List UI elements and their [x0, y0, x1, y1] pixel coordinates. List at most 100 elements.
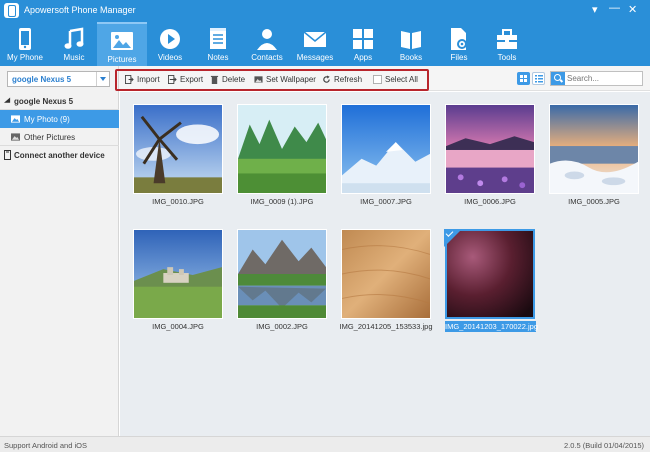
status-left: Support Android and iOS — [4, 441, 87, 450]
phone-icon — [19, 28, 31, 50]
search-icon[interactable] — [551, 72, 565, 85]
book-icon — [401, 31, 421, 49]
photo-item-selected[interactable]: IMG_20141203_170022.jpg — [444, 229, 538, 333]
nav-label: Books — [399, 53, 423, 62]
photo-name: IMG_20141205_153533.jpg — [339, 322, 433, 331]
castle-hill-scene — [134, 230, 222, 318]
toolbar: Import Export Delete Set Wallpaper Refre… — [115, 66, 650, 91]
connect-device-label: Connect another device — [14, 151, 105, 160]
photo-item[interactable]: IMG_0004.JPG — [132, 229, 224, 333]
photo-item[interactable]: IMG_0002.JPG — [236, 229, 328, 333]
main-nav: My Phone Music Pictures Videos Notes Con… — [0, 22, 650, 66]
photo-name: IMG_0009 (1).JPG — [250, 197, 314, 206]
nav-label: Apps — [353, 53, 373, 62]
trash-icon — [210, 75, 219, 84]
set-wallpaper-label: Set Wallpaper — [266, 75, 316, 84]
photo-item[interactable]: IMG_0007.JPG — [340, 104, 432, 208]
file-gear-icon — [451, 28, 467, 50]
nav-apps[interactable]: Apps — [338, 22, 388, 66]
photo-item[interactable]: IMG_0005.JPG — [548, 104, 640, 208]
nav-files[interactable]: Files — [434, 22, 484, 66]
photo-thumbnail — [133, 229, 223, 319]
collapse-triangle-icon — [4, 97, 11, 103]
nav-label: My Phone — [6, 53, 44, 62]
photo-item[interactable]: IMG_0009 (1).JPG — [236, 104, 328, 208]
picture-icon — [111, 32, 133, 50]
select-all-label: Select All — [385, 75, 418, 84]
photo-thumbnail — [341, 104, 431, 194]
delete-label: Delete — [222, 75, 246, 84]
list-view-icon[interactable] — [532, 72, 545, 85]
mountain-lake-scene — [238, 230, 326, 318]
green-hills-scene — [238, 105, 326, 193]
nav-music[interactable]: Music — [49, 22, 99, 66]
nav-my-phone[interactable]: My Phone — [0, 22, 50, 66]
photo-item[interactable]: IMG_0006.JPG — [444, 104, 536, 208]
device-select-value: google Nexus 5 — [12, 75, 72, 84]
sidebar-item-my-photo[interactable]: My Photo (9) — [0, 110, 119, 128]
photo-grid: IMG_0010.JPG IMG_0009 (1).JPG IMG_0007.J… — [120, 92, 650, 436]
nav-label: Messages — [296, 53, 334, 62]
nav-label: Notes — [207, 53, 229, 62]
photo-thumbnail — [237, 104, 327, 194]
windmill-scene — [134, 105, 222, 193]
nav-contacts[interactable]: Contacts — [242, 22, 292, 66]
photo-thumbnail — [133, 104, 223, 194]
photo-name: IMG_0006.JPG — [464, 197, 516, 206]
sidebar-item-label: Other Pictures — [24, 133, 76, 142]
picture-icon — [11, 133, 20, 141]
nav-notes[interactable]: Notes — [193, 22, 243, 66]
photo-name: IMG_0005.JPG — [568, 197, 620, 206]
photo-thumbnail — [341, 229, 431, 319]
photo-thumbnail — [445, 104, 535, 194]
chevron-down-icon[interactable] — [96, 72, 109, 86]
checkbox-icon — [373, 75, 382, 84]
photo-thumbnail — [549, 104, 639, 194]
version-label: 2.0.5 (Build 01/04/2015) — [563, 441, 644, 450]
frozen-shore-scene — [550, 105, 638, 193]
close-icon[interactable]: ✕ — [628, 3, 637, 16]
minimize-icon[interactable]: — — [609, 2, 620, 14]
nav-label: Contacts — [251, 53, 283, 62]
envelope-icon — [303, 31, 327, 47]
photo-name: IMG_0002.JPG — [256, 322, 308, 331]
nav-label: Pictures — [107, 55, 137, 64]
export-label: Export — [180, 75, 204, 84]
status-bar: Support Android and iOS 2.0.5 (Build 01/… — [0, 436, 650, 452]
contact-icon — [257, 29, 277, 50]
sidebar-item-other-pictures[interactable]: Other Pictures — [0, 128, 119, 146]
nav-label: Tools — [497, 53, 517, 62]
list-glyph — [535, 75, 543, 83]
photo-name: IMG_0004.JPG — [152, 322, 204, 331]
nav-videos[interactable]: Videos — [145, 22, 195, 66]
lake-flowers-scene — [446, 105, 534, 193]
search-box — [550, 71, 643, 86]
device-plus-icon — [4, 150, 11, 160]
export-icon — [168, 75, 177, 84]
photo-item[interactable]: IMG_20141205_153533.jpg — [340, 229, 433, 333]
check-icon — [444, 229, 462, 247]
title-bar: Apowersoft Phone Manager ▾ — ✕ — [0, 0, 650, 22]
sidebar-item-label: My Photo (9) — [24, 115, 70, 124]
grid-view-icon[interactable] — [517, 72, 530, 85]
settings-arrow-icon[interactable]: ▾ — [592, 3, 598, 16]
photo-item[interactable]: IMG_0010.JPG — [132, 104, 224, 208]
nav-pictures[interactable]: Pictures — [97, 22, 147, 66]
sidebar-device[interactable]: google Nexus 5 — [0, 92, 119, 110]
photo-thumbnail — [237, 229, 327, 319]
nav-books[interactable]: Books — [386, 22, 436, 66]
connect-device-link[interactable]: Connect another device — [0, 146, 119, 164]
apps-grid-icon — [353, 29, 373, 49]
nav-messages[interactable]: Messages — [290, 22, 340, 66]
device-select[interactable]: google Nexus 5 — [7, 71, 110, 87]
nav-label: Music — [63, 53, 85, 62]
wood-texture-scene — [342, 230, 430, 318]
nav-tools[interactable]: Tools — [482, 22, 532, 66]
app-title: Apowersoft Phone Manager — [24, 5, 136, 15]
app-logo-icon — [4, 3, 19, 18]
picture-icon — [11, 115, 20, 123]
refresh-icon — [323, 75, 330, 83]
import-label: Import — [137, 75, 160, 84]
search-input[interactable] — [567, 73, 641, 84]
toolbox-icon — [497, 29, 517, 49]
